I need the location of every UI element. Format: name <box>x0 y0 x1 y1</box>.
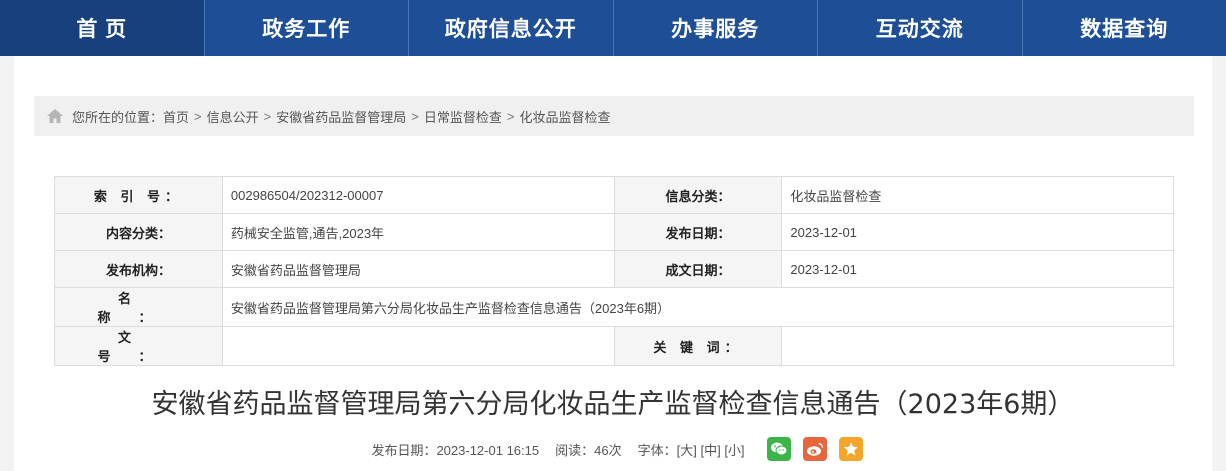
breadcrumb-agency[interactable]: 安徽省药品监督管理局 <box>276 107 406 126</box>
table-row: 文 号： 关 键 词： <box>54 326 1174 366</box>
breadcrumb-daily-inspection[interactable]: 日常监督检查 <box>424 107 502 126</box>
font-size-controls: 字体：[大] [中] [小] <box>638 440 745 459</box>
info-metadata-table: 索 引 号： 002986504/202312-00007 信息分类： 化妆品监… <box>54 176 1175 366</box>
font-size-medium-button[interactable]: [中] <box>700 443 720 458</box>
table-row: 名 称： 安徽省药品监督管理局第六分局化妆品生产监督检查信息通告（2023年6期… <box>54 287 1175 327</box>
name-label: 名 称： <box>54 287 223 327</box>
article-title: 安徽省药品监督管理局第六分局化妆品生产监督检查信息通告（2023年6期） <box>151 389 1075 420</box>
doc-date-value: 2023-12-01 <box>781 250 1174 288</box>
breadcrumb-prefix: 您所在的位置： <box>72 109 164 125</box>
breadcrumb-separator: > <box>194 108 202 124</box>
font-size-label: 字体： <box>637 442 677 458</box>
publish-date-label: 发布日期： <box>613 213 783 251</box>
agency-label: 发布机构： <box>54 250 223 288</box>
index-number-value: 002986504/202312-00007 <box>221 176 615 214</box>
home-icon <box>47 109 63 123</box>
nav-info-disclosure[interactable]: 政府信息公开 <box>409 0 614 56</box>
breadcrumb-cosmetics-inspection[interactable]: 化妆品监督检查 <box>519 107 610 126</box>
keywords-label: 关 键 词： <box>613 326 783 366</box>
breadcrumb-info-disclosure[interactable]: 信息公开 <box>207 107 259 126</box>
content-class-value: 药械安全监管,通告,2023年 <box>221 213 615 251</box>
wechat-icon[interactable] <box>766 437 791 461</box>
table-row: 内容分类： 药械安全监管,通告,2023年 发布日期： 2023-12-01 <box>54 213 1174 251</box>
doc-date-label: 成文日期： <box>613 250 783 288</box>
breadcrumb-separator: > <box>263 108 272 124</box>
top-nav: 首 页 政务工作 政府信息公开 办事服务 互动交流 数据查询 <box>0 0 1226 56</box>
keywords-value <box>781 326 1174 366</box>
weibo-icon[interactable] <box>802 437 827 461</box>
article-subinfo: 发布日期：2023-12-01 16:15 阅读：46次 字体：[大] [中] … <box>14 437 1212 461</box>
breadcrumb: 您所在的位置： 首页 > 信息公开 > 安徽省药品监督管理局 > 日常监督检查 … <box>34 96 1194 136</box>
main-content: 您所在的位置： 首页 > 信息公开 > 安徽省药品监督管理局 > 日常监督检查 … <box>14 56 1212 471</box>
font-size-small-button[interactable]: [小] <box>724 443 744 458</box>
table-row: 索 引 号： 002986504/202312-00007 信息分类： 化妆品监… <box>54 176 1174 214</box>
publish-datetime: 发布日期：2023-12-01 16:15 <box>371 442 540 458</box>
nav-data-query[interactable]: 数据查询 <box>1023 0 1226 56</box>
table-row: 发布机构： 安徽省药品监督管理局 成文日期： 2023-12-01 <box>54 250 1174 288</box>
nav-services[interactable]: 办事服务 <box>614 0 818 56</box>
breadcrumb-separator: > <box>411 108 419 124</box>
index-number-label: 索 引 号： <box>54 176 223 214</box>
nav-interaction[interactable]: 互动交流 <box>818 0 1023 56</box>
info-class-value: 化妆品监督检查 <box>781 176 1174 214</box>
nav-home[interactable]: 首 页 <box>0 0 205 56</box>
read-count: 阅读：46次 <box>555 442 622 458</box>
doc-number-label: 文 号： <box>54 326 223 366</box>
publish-date-value: 2023-12-01 <box>781 213 1174 251</box>
agency-value: 安徽省药品监督管理局 <box>221 250 615 288</box>
font-size-large-button[interactable]: [大] <box>677 443 697 458</box>
info-class-label: 信息分类： <box>613 176 783 214</box>
nav-government-work[interactable]: 政务工作 <box>205 0 409 56</box>
breadcrumb-home[interactable]: 首页 <box>163 107 189 126</box>
share-bar <box>755 437 863 461</box>
breadcrumb-separator: > <box>506 108 515 124</box>
doc-number-value <box>221 326 615 366</box>
favorite-icon[interactable] <box>838 437 863 461</box>
content-class-label: 内容分类： <box>54 213 223 251</box>
name-value: 安徽省药品监督管理局第六分局化妆品生产监督检查信息通告（2023年6期） <box>221 287 1175 327</box>
